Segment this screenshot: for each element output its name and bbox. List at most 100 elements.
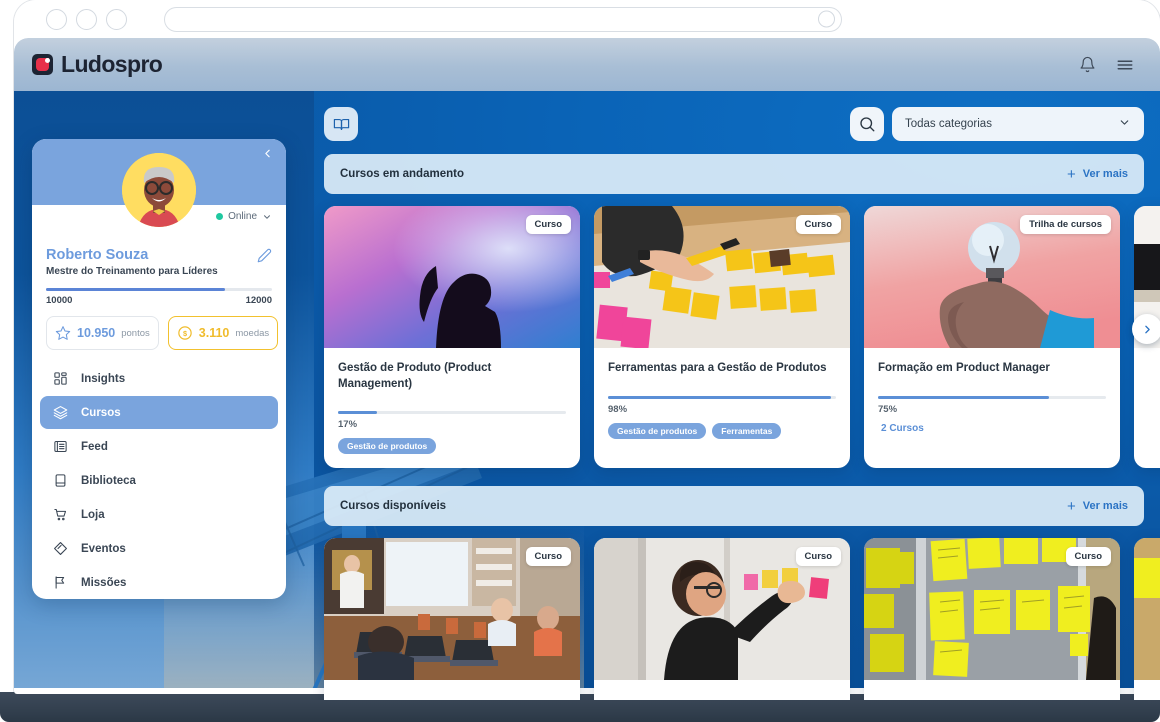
see-more-button[interactable]: + Ver mais: [1067, 499, 1128, 514]
app-content-area: Online Roberto Souza Mestre do Treinamen…: [14, 91, 1160, 700]
svg-text:$: $: [183, 329, 187, 338]
course-card[interactable]: Trilha de cursos Formação em Product Mana…: [864, 206, 1120, 469]
avatar[interactable]: [122, 153, 196, 227]
category-value: Todas categorias: [905, 118, 992, 130]
course-tag[interactable]: Gestão de produtos: [338, 438, 437, 455]
sidebar-item-miss-es[interactable]: Missões: [40, 566, 278, 599]
xp-progress-fill: [46, 288, 225, 291]
content-toolbar: Todas categorias: [324, 103, 1144, 145]
sticky-notes-workshop-table: Curso: [594, 206, 850, 348]
course-type-badge: Trilha de cursos: [1020, 215, 1111, 234]
course-card[interactable]: Curso Ferramentas para a Gestão de Produt…: [594, 206, 850, 469]
xp-progress-bar: [46, 288, 272, 291]
category-select[interactable]: Todas categorias: [892, 107, 1144, 141]
sidebar-item-cursos[interactable]: Cursos: [40, 396, 278, 429]
sidebar-nav: Insights Cursos Feed Biblioteca Loja Eventos M…: [32, 362, 286, 599]
course-progress-label: 17%: [338, 419, 358, 431]
browser-address-bar[interactable]: [164, 6, 842, 32]
course-type-badge: Curso: [1065, 547, 1111, 567]
browser-window: Ludospro Online Roberto Souza Mestre do …: [14, 0, 1160, 700]
cart-icon: [52, 507, 68, 522]
yellow-sticky-notes-wall: Curso: [864, 538, 1120, 681]
user-status[interactable]: Online: [216, 211, 272, 222]
window-close-dot[interactable]: [46, 8, 67, 30]
course-card[interactable]: Curso: [324, 538, 580, 700]
available-card-row: Curso Curso Curso: [324, 538, 1160, 700]
course-tag[interactable]: Ferramentas: [712, 423, 782, 439]
coin-icon: $: [178, 326, 192, 340]
search-group: Todas categorias: [850, 107, 1144, 141]
screenshot-stage: Ludospro Online Roberto Souza Mestre do …: [0, 0, 1160, 722]
sidebar-item-feed[interactable]: Feed: [40, 430, 278, 463]
main-content: Todas categorias Cursos em andamento + V…: [312, 91, 1160, 700]
app-logo[interactable]: Ludospro: [32, 51, 163, 78]
course-type-badge: Curso: [525, 215, 571, 234]
sidebar-item-eventos[interactable]: Eventos: [40, 532, 278, 565]
xp-max-label: 12000: [245, 295, 272, 306]
carousel-next-button[interactable]: [1132, 314, 1160, 344]
sidebar-item-loja[interactable]: Loja: [40, 498, 278, 531]
plus-icon: +: [1066, 497, 1076, 515]
course-tag[interactable]: Gestão de produtos: [608, 423, 707, 439]
points-unit: pontos: [121, 327, 150, 339]
course-card[interactable]: Curso: [594, 538, 850, 700]
sidebar-item-insights[interactable]: Insights: [40, 362, 278, 395]
sidebar-profile-header: Online: [32, 139, 286, 227]
course-card-partial[interactable]: [1134, 538, 1160, 700]
section-header-available: Cursos disponíveis + Ver mais: [324, 486, 1144, 527]
sidebar-item-label: Loja: [81, 508, 105, 521]
chevron-down-icon: [1118, 116, 1131, 132]
course-tags: Gestão de produtos Ferramentas: [608, 423, 836, 439]
xp-min-label: 10000: [46, 295, 73, 306]
star-icon: [55, 326, 71, 340]
course-card[interactable]: Curso: [864, 538, 1120, 700]
course-card-body: Ferramentas para a Gestão de Produtos 98%…: [594, 348, 850, 453]
in-progress-card-row: Curso Gestão de Produto (Product Manageme…: [324, 206, 1160, 469]
ticket-icon: [52, 541, 68, 556]
window-maximize-dot[interactable]: [106, 8, 127, 30]
flag-icon: [52, 575, 68, 590]
reward-chips: 10.950 pontos $ 3.110 moedas: [46, 316, 279, 350]
user-name: Roberto Souza: [46, 247, 149, 263]
section-title: Cursos em andamento: [340, 168, 464, 180]
course-card[interactable]: Curso Gestão de Produto (Product Manageme…: [324, 206, 580, 469]
section-header-in-progress: Cursos em andamento + Ver mais: [324, 154, 1144, 194]
hamburger-menu-icon[interactable]: [1116, 56, 1134, 74]
bell-icon[interactable]: [1079, 56, 1096, 73]
user-role: Mestre do Treinamento para Líderes: [46, 266, 218, 277]
course-card-body: Formação em Product Manager 75% 2 Cursos: [864, 348, 1120, 448]
plus-icon: +: [1066, 165, 1076, 183]
window-minimize-dot[interactable]: [76, 8, 97, 30]
man-placing-sticky-notes-whiteboard: Curso: [594, 538, 850, 681]
browser-toolbar: [14, 0, 1160, 38]
course-type-badge: Curso: [795, 547, 841, 567]
points-chip[interactable]: 10.950 pontos: [46, 316, 159, 350]
coins-value: 3.110: [198, 326, 230, 340]
newspaper-icon: [52, 439, 68, 454]
see-more-button[interactable]: + Ver mais: [1067, 167, 1128, 182]
chevron-left-icon[interactable]: [261, 147, 274, 164]
coins-chip[interactable]: $ 3.110 moedas: [167, 316, 279, 350]
coins-unit: moedas: [235, 327, 270, 339]
sidebar-panel: Online Roberto Souza Mestre do Treinamen…: [32, 139, 286, 599]
course-card-body: [594, 680, 850, 700]
sidebar-item-label: Cursos: [81, 406, 121, 419]
search-icon[interactable]: [850, 107, 884, 141]
course-card-image: [1134, 538, 1160, 681]
open-book-icon[interactable]: [324, 107, 358, 141]
course-progress-bar: [878, 396, 1106, 399]
woman-silhouette-gradient: Curso: [324, 206, 580, 348]
pencil-icon[interactable]: [257, 248, 272, 263]
chevron-down-icon: [264, 214, 270, 219]
points-value: 10.950: [77, 326, 116, 340]
course-progress-bar: [338, 411, 566, 415]
course-type-badge: Curso: [525, 547, 571, 567]
ludospro-app: Ludospro Online Roberto Souza Mestre do …: [14, 38, 1160, 700]
course-progress-label: 75%: [878, 404, 898, 415]
ludos-logo-icon: [32, 54, 53, 75]
layers-icon: [52, 405, 68, 420]
sidebar-item-label: Biblioteca: [81, 474, 136, 487]
header-actions: [1079, 56, 1134, 74]
grid-icon: [52, 371, 68, 386]
sidebar-item-biblioteca[interactable]: Biblioteca: [40, 464, 278, 497]
